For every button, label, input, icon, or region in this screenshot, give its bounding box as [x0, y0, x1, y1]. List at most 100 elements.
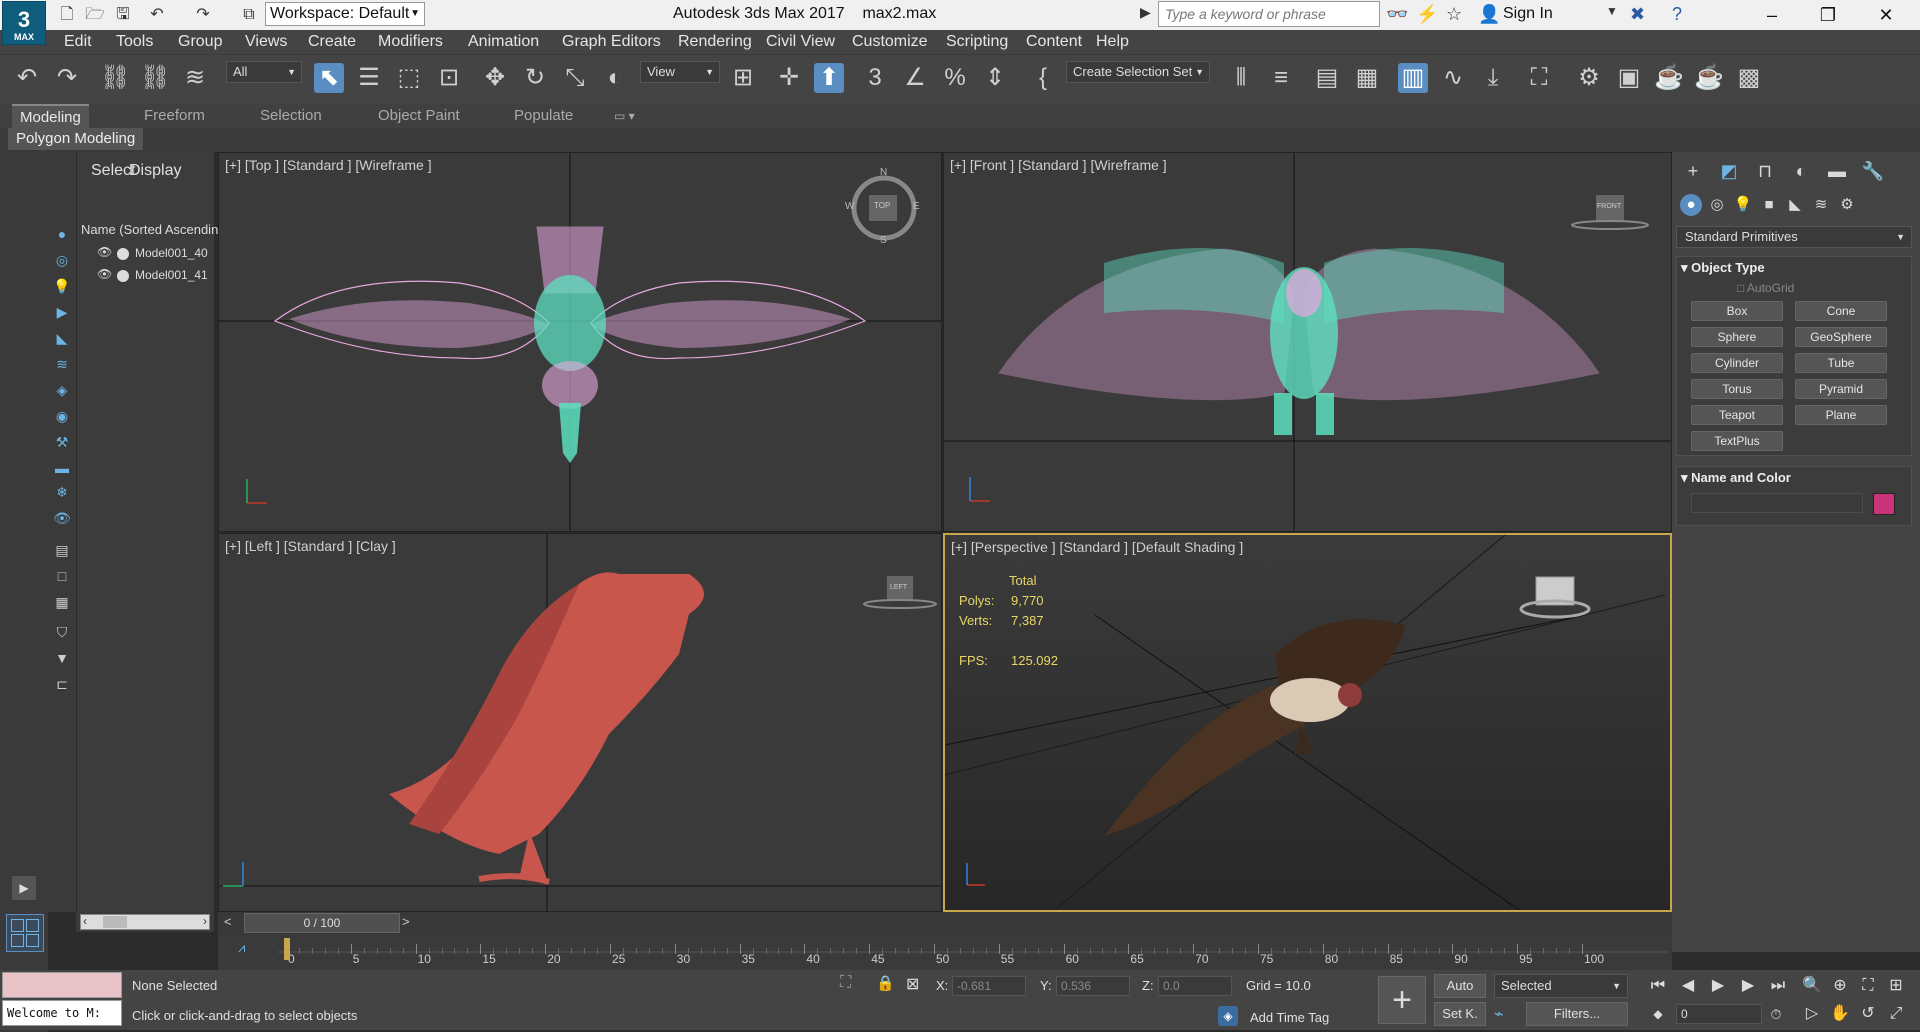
project-folder-icon[interactable]: ⧉ — [238, 4, 260, 26]
cone-button[interactable]: Cone — [1795, 301, 1887, 321]
time-tag-icon[interactable]: ◈ — [1218, 1006, 1238, 1026]
render-setup-icon[interactable]: ⚙ — [1574, 63, 1604, 93]
display-none-icon[interactable]: □ — [52, 566, 72, 586]
undo-icon[interactable]: ↶ — [146, 4, 168, 26]
scroll-thumb[interactable] — [103, 916, 127, 928]
align-icon[interactable]: ≡ — [1266, 63, 1296, 93]
selection-filter-dropdown[interactable]: All ▼ — [226, 61, 302, 83]
search-input[interactable]: Type a keyword or phrase — [1158, 1, 1380, 27]
menu-modifiers[interactable]: Modifiers — [378, 33, 443, 51]
set-key-button[interactable]: + — [1378, 976, 1426, 1024]
utilities-tab-icon[interactable]: 🔧 — [1860, 158, 1886, 184]
tab-freeform[interactable]: Freeform — [136, 104, 213, 128]
textplus-button[interactable]: TextPlus — [1691, 431, 1783, 451]
time-slider[interactable]: 0 / 100 — [244, 913, 400, 933]
key-filters-button[interactable]: Filters... — [1526, 1002, 1628, 1026]
cylinder-button[interactable]: Cylinder — [1691, 353, 1783, 373]
play-icon[interactable]: ▶ — [1706, 974, 1730, 998]
menu-graph-editors[interactable]: Graph Editors — [562, 33, 661, 51]
next-frame-icon[interactable]: ▶ — [1736, 974, 1760, 998]
new-file-icon[interactable]: 🗋 — [56, 4, 78, 26]
snaps-toggle-icon[interactable]: 3 — [860, 63, 890, 93]
spacewarps-category-icon[interactable]: ≋ — [1810, 194, 1832, 216]
plane-button[interactable]: Plane — [1795, 405, 1887, 425]
open-file-icon[interactable]: 🗁 — [84, 4, 106, 26]
scene-item[interactable]: 👁 Model001_40 — [97, 244, 217, 264]
tab-populate[interactable]: Populate — [506, 104, 581, 128]
link-icon[interactable]: ⛓ — [100, 63, 130, 93]
display-groups-icon[interactable]: ◈ — [52, 380, 72, 400]
menu-views[interactable]: Views — [245, 33, 287, 51]
key-mode-icon[interactable]: ⌁ — [1494, 1004, 1504, 1024]
menu-content[interactable]: Content — [1026, 33, 1082, 51]
polygon-modeling-panel[interactable]: Polygon Modeling — [8, 128, 144, 150]
next-frame-icon[interactable]: > — [402, 914, 410, 929]
go-to-start-icon[interactable]: ⏮ — [1646, 974, 1670, 998]
menu-help[interactable]: Help — [1096, 33, 1129, 51]
object-color-swatch[interactable] — [1873, 493, 1895, 515]
pivot-center-icon[interactable]: ⊞ — [728, 63, 758, 93]
set-key-mode-button[interactable]: Set K. — [1434, 1002, 1486, 1026]
menu-tools[interactable]: Tools — [116, 33, 153, 51]
toggle-ribbon-icon[interactable]: ▦ — [1352, 63, 1382, 93]
material-editor-icon[interactable]: ⛶ — [1524, 63, 1554, 93]
window-crossing-icon[interactable]: ⊡ — [434, 63, 464, 93]
display-lights-icon[interactable]: 💡 — [52, 276, 72, 296]
object-name-input[interactable] — [1691, 493, 1863, 513]
percent-snap-icon[interactable]: % — [940, 63, 970, 93]
binoculars-icon[interactable]: 👓 — [1386, 4, 1408, 25]
key-mode-toggle-icon[interactable]: ◆ — [1646, 1002, 1670, 1026]
menu-edit[interactable]: Edit — [64, 33, 92, 51]
eye-icon[interactable]: 👁 — [97, 267, 112, 281]
rendered-frame-window-icon[interactable]: ▣ — [1614, 63, 1644, 93]
filter-icon[interactable]: ▼ — [52, 648, 72, 668]
place-icon[interactable]: ◐ — [600, 63, 630, 93]
viewport-layout-icon[interactable] — [6, 914, 44, 952]
previous-frame-icon[interactable]: ◀ — [1676, 974, 1700, 998]
viewport-label[interactable]: [+] [Left ] [Standard ] [Clay ] — [225, 538, 396, 554]
menu-civil-view[interactable]: Civil View — [766, 33, 835, 51]
hierarchy-tab-icon[interactable]: ⊓ — [1752, 158, 1778, 184]
add-time-tag[interactable]: Add Time Tag — [1250, 1010, 1329, 1025]
angle-snap-icon[interactable]: ∠ — [900, 63, 930, 93]
display-tab-icon[interactable]: ▬ — [1824, 158, 1850, 184]
display-bones-icon[interactable]: ⚒ — [52, 432, 72, 452]
keyboard-shortcut-override-icon[interactable]: ⬆ — [814, 63, 844, 93]
zoom-extents-icon[interactable]: ⛶ — [1856, 974, 1880, 998]
move-icon[interactable]: ✥ — [480, 63, 510, 93]
maxscript-listener-white[interactable]: Welcome to M: — [2, 1000, 122, 1026]
display-cameras-icon[interactable]: ▶ — [52, 302, 72, 322]
menu-animation[interactable]: Animation — [468, 33, 539, 51]
display-spacewarps-icon[interactable]: ≋ — [52, 354, 72, 374]
layer-explorer-icon[interactable]: ▤ — [1312, 63, 1342, 93]
absolute-mode-icon[interactable]: ⊠ — [906, 974, 919, 994]
pan-icon[interactable]: ✋ — [1828, 1002, 1852, 1026]
name-and-color-title[interactable]: ▾ Name and Color — [1681, 470, 1791, 486]
render-iterative-icon[interactable]: ☕ — [1694, 63, 1724, 93]
auto-key-button[interactable]: Auto — [1434, 974, 1486, 998]
current-frame-marker[interactable] — [284, 938, 290, 960]
object-type-title[interactable]: ▾ Object Type — [1681, 260, 1765, 276]
favorites-star-icon[interactable]: ☆ — [1446, 4, 1462, 25]
select-by-name-icon[interactable]: ☰ — [354, 63, 384, 93]
viewport-top[interactable]: [+] [Top ] [Standard ] [Wireframe ] TOP … — [218, 152, 942, 532]
sign-in-link[interactable]: Sign In — [1503, 5, 1553, 23]
pyramid-button[interactable]: Pyramid — [1795, 379, 1887, 399]
app-logo-button[interactable]: 3 MAX — [2, 1, 46, 45]
current-frame-field[interactable]: 0 — [1676, 1004, 1762, 1024]
scale-icon[interactable]: ⤡ — [560, 63, 590, 93]
torus-button[interactable]: Torus — [1691, 379, 1783, 399]
geosphere-button[interactable]: GeoSphere — [1795, 327, 1887, 347]
tab-modeling[interactable]: Modeling — [12, 104, 89, 128]
viewport-label[interactable]: [+] [Top ] [Standard ] [Wireframe ] — [225, 157, 432, 173]
redo-icon[interactable]: ↷ — [52, 63, 82, 93]
menu-customize[interactable]: Customize — [852, 33, 928, 51]
display-frozen-icon[interactable]: ❄ — [52, 482, 72, 502]
mirror-icon[interactable]: ⫴ — [1226, 63, 1256, 93]
help-icon[interactable]: ? — [1672, 4, 1682, 25]
menu-rendering[interactable]: Rendering — [678, 33, 752, 51]
display-invert-icon[interactable]: ▦ — [52, 592, 72, 612]
folder-icon[interactable]: ⊏ — [52, 674, 72, 694]
display-shapes-icon[interactable]: ◎ — [52, 250, 72, 270]
display-geometry-icon[interactable]: ● — [52, 224, 72, 244]
